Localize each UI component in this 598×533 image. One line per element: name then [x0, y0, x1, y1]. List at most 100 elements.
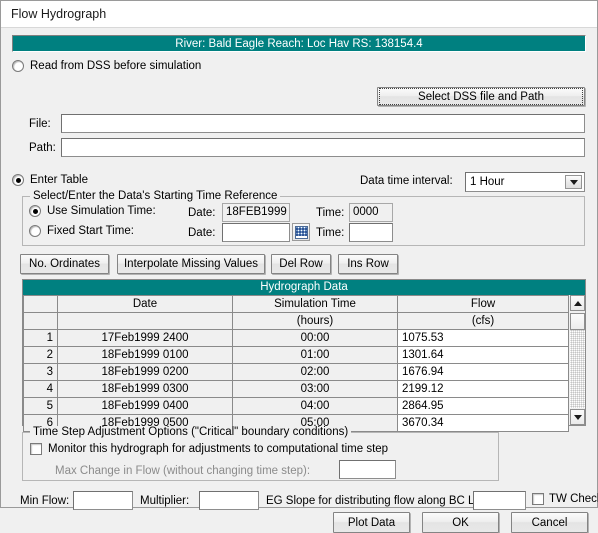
- cell-flow[interactable]: 2864.95: [397, 397, 569, 415]
- table-row[interactable]: 3 18Feb1999 0200 02:00 1676.94: [23, 363, 569, 381]
- grid-body: 1 17Feb1999 2400 00:00 1075.53 2 18Feb19…: [23, 329, 569, 432]
- flow-hydrograph-dialog: Flow Hydrograph River: Bald Eagle Reach:…: [0, 0, 598, 533]
- scroll-down-arrow-icon[interactable]: [570, 409, 585, 425]
- tw-check-checkbox[interactable]: TW Check: [532, 493, 598, 505]
- monitor-hydrograph-label: Monitor this hydrograph for adjustments …: [48, 443, 389, 455]
- grid-units-row: (hours) (cfs): [23, 312, 569, 330]
- use-sim-time-input: 0000: [349, 203, 393, 222]
- min-flow-input[interactable]: [73, 491, 133, 510]
- multiplier-label: Multiplier:: [140, 495, 190, 507]
- enter-table-radio[interactable]: Enter Table: [12, 174, 88, 186]
- fixed-start-date-input[interactable]: [222, 223, 290, 242]
- table-vertical-scrollbar[interactable]: [568, 295, 585, 425]
- scrollbar-thumb[interactable]: [570, 313, 585, 330]
- dialog-body: River: Bald Eagle Reach: Loc Hav RS: 138…: [1, 28, 598, 533]
- max-change-in-flow-label: Max Change in Flow (without changing tim…: [55, 465, 311, 477]
- monitor-hydrograph-checkbox[interactable]: Monitor this hydrograph for adjustments …: [30, 443, 388, 455]
- cell-flow[interactable]: 1676.94: [397, 363, 569, 381]
- interpolate-label: Interpolate Missing Values: [123, 258, 259, 270]
- cell-simulation-time[interactable]: 01:00: [232, 346, 398, 364]
- cancel-button[interactable]: Cancel: [511, 512, 588, 533]
- select-dss-file-and-path-button[interactable]: Select DSS file and Path: [377, 87, 585, 106]
- ins-row-label: Ins Row: [347, 258, 389, 270]
- fixed-start-time-label: Fixed Start Time:: [47, 225, 134, 237]
- interpolate-missing-values-button[interactable]: Interpolate Missing Values: [117, 254, 265, 274]
- cell-rownum: 3: [23, 363, 58, 381]
- min-flow-label: Min Flow:: [20, 495, 70, 507]
- cell-simulation-time[interactable]: 03:00: [232, 380, 398, 398]
- path-input[interactable]: [61, 138, 585, 157]
- use-simulation-time-radio-mark: [29, 205, 41, 217]
- plot-data-label: Plot Data: [347, 516, 396, 529]
- read-from-dss-label: Read from DSS before simulation: [30, 60, 202, 72]
- table-row[interactable]: 1 17Feb1999 2400 00:00 1075.53: [23, 329, 569, 347]
- time-step-adjustment-legend: Time Step Adjustment Options ("Critical"…: [30, 426, 352, 438]
- table-row[interactable]: 2 18Feb1999 0100 01:00 1301.64: [23, 346, 569, 364]
- cell-date[interactable]: 18Feb1999 0300: [57, 380, 233, 398]
- grid-units-flow: (cfs): [397, 312, 569, 330]
- tw-check-checkbox-mark: [532, 493, 544, 505]
- select-dss-button-label: Select DSS file and Path: [418, 90, 544, 103]
- plot-data-button[interactable]: Plot Data: [333, 512, 410, 533]
- calendar-icon[interactable]: [292, 223, 310, 241]
- data-time-interval-select[interactable]: 1 Hour: [465, 172, 585, 192]
- grid-units-simulation-time: (hours): [232, 312, 398, 330]
- cell-simulation-time[interactable]: 02:00: [232, 363, 398, 381]
- enter-table-label: Enter Table: [30, 174, 88, 186]
- select-dss-button-focus-ring: Select DSS file and Path: [379, 88, 583, 105]
- fixed-start-time-radio-mark: [29, 225, 41, 237]
- cell-flow[interactable]: 2199.12: [397, 380, 569, 398]
- cell-flow[interactable]: 1075.53: [397, 329, 569, 347]
- cell-rownum: 5: [23, 397, 58, 415]
- eg-slope-input[interactable]: [473, 491, 526, 510]
- max-change-in-flow-input[interactable]: [339, 460, 396, 479]
- cell-date[interactable]: 18Feb1999 0200: [57, 363, 233, 381]
- cell-date[interactable]: 18Feb1999 0400: [57, 397, 233, 415]
- hydrograph-table: Hydrograph Data Date Simulation Time Flo…: [22, 279, 586, 432]
- fixed-start-time-radio[interactable]: Fixed Start Time:: [29, 225, 134, 237]
- cancel-label: Cancel: [531, 516, 568, 529]
- cell-simulation-time[interactable]: 00:00: [232, 329, 398, 347]
- cell-flow[interactable]: 3670.34: [397, 414, 569, 432]
- ins-row-button[interactable]: Ins Row: [338, 254, 398, 274]
- data-time-interval-label: Data time interval:: [360, 175, 453, 187]
- chevron-down-icon[interactable]: [565, 175, 582, 189]
- del-row-button[interactable]: Del Row: [271, 254, 331, 274]
- grid-units-date: [57, 312, 233, 330]
- read-from-dss-radio[interactable]: Read from DSS before simulation: [12, 60, 201, 72]
- use-sim-date-label: Date:: [188, 207, 216, 219]
- file-label: File:: [29, 118, 51, 130]
- multiplier-input[interactable]: [199, 491, 259, 510]
- ok-button[interactable]: OK: [422, 512, 499, 533]
- use-sim-date-input: 18FEB1999: [222, 203, 290, 222]
- scrollbar-track[interactable]: [570, 330, 585, 408]
- window-title: Flow Hydrograph: [11, 7, 107, 21]
- grid-col-simulation-time[interactable]: Simulation Time: [232, 295, 398, 313]
- no-ordinates-button[interactable]: No. Ordinates: [20, 254, 109, 274]
- use-sim-time-label: Time:: [316, 207, 345, 219]
- monitor-hydrograph-checkbox-mark: [30, 443, 42, 455]
- cell-rownum: 2: [23, 346, 58, 364]
- read-from-dss-radio-mark: [12, 60, 24, 72]
- cell-flow[interactable]: 1301.64: [397, 346, 569, 364]
- hydrograph-grid: Date Simulation Time Flow (hours) (cfs) …: [23, 295, 569, 432]
- del-row-label: Del Row: [279, 258, 323, 270]
- no-ordinates-label: No. Ordinates: [29, 258, 100, 270]
- cell-date[interactable]: 17Feb1999 2400: [57, 329, 233, 347]
- tw-check-label: TW Check: [549, 493, 598, 505]
- path-label: Path:: [29, 142, 56, 154]
- fixed-start-time-input[interactable]: [349, 223, 393, 242]
- cell-date[interactable]: 18Feb1999 0100: [57, 346, 233, 364]
- cell-rownum: 1: [23, 329, 58, 347]
- table-row[interactable]: 5 18Feb1999 0400 04:00 2864.95: [23, 397, 569, 415]
- table-row[interactable]: 4 18Feb1999 0300 03:00 2199.12: [23, 380, 569, 398]
- file-input[interactable]: [61, 114, 585, 133]
- cell-simulation-time[interactable]: 04:00: [232, 397, 398, 415]
- grid-col-flow[interactable]: Flow: [397, 295, 569, 313]
- grid-col-date[interactable]: Date: [57, 295, 233, 313]
- scroll-up-arrow-icon[interactable]: [570, 295, 585, 311]
- data-time-interval-value: 1 Hour: [470, 176, 505, 188]
- grid-col-rownum[interactable]: [23, 295, 58, 313]
- use-simulation-time-radio[interactable]: Use Simulation Time:: [29, 205, 156, 217]
- fixed-start-time-input-label: Time:: [316, 227, 345, 239]
